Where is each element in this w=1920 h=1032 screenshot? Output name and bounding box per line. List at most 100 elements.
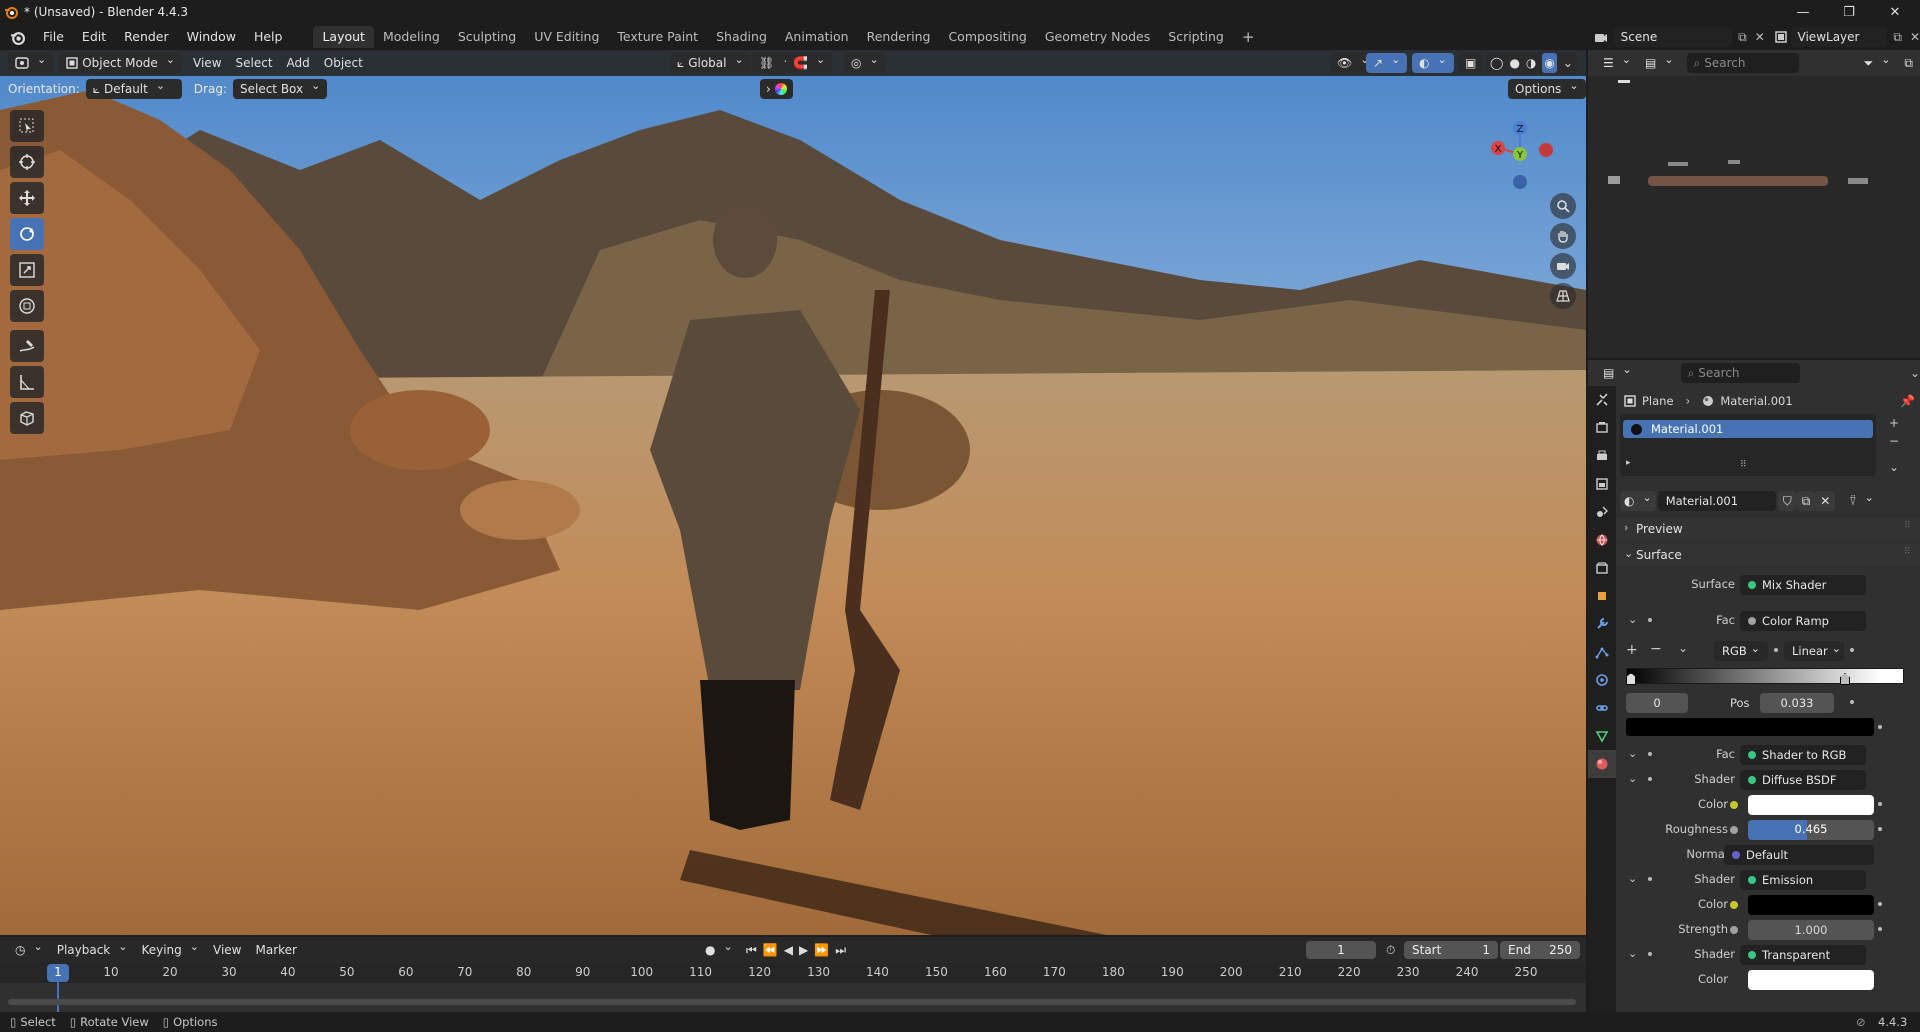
display-mode-icon[interactable]: ▤: [1638, 53, 1681, 73]
cursor-tool-icon[interactable]: [10, 146, 44, 178]
start-frame-field[interactable]: Start 1: [1404, 941, 1498, 959]
ramp-interpolation-dropdown[interactable]: Linear: [1784, 641, 1844, 661]
chevron-down-icon[interactable]: ⌄: [1628, 872, 1637, 885]
fake-user-icon[interactable]: ⛉: [1777, 491, 1797, 511]
tab-texture-paint[interactable]: Texture Paint: [608, 26, 707, 48]
perspective-grid-icon[interactable]: [1550, 283, 1576, 309]
roughness-slider[interactable]: 0.465: [1748, 820, 1874, 840]
tab-sculpting[interactable]: Sculpting: [449, 26, 525, 48]
menu-window[interactable]: Window: [178, 24, 245, 50]
browse-material-icon[interactable]: ◐: [1620, 491, 1656, 511]
add-stop-icon[interactable]: +: [1626, 642, 1638, 658]
modifier-properties-icon[interactable]: [1588, 610, 1616, 638]
transform-orientation-dropdown[interactable]: ⟀ Global: [670, 53, 751, 73]
wireframe-shading-icon[interactable]: ◯: [1490, 53, 1503, 73]
delete-viewlayer-icon[interactable]: ✕: [1910, 30, 1920, 44]
jump-keyframe-forward-icon[interactable]: ⏩: [814, 943, 829, 957]
menu-keying[interactable]: Keying: [134, 940, 206, 960]
tab-rendering[interactable]: Rendering: [858, 26, 940, 48]
zoom-icon[interactable]: [1550, 193, 1576, 219]
tab-geometry-nodes[interactable]: Geometry Nodes: [1036, 26, 1159, 48]
stopwatch-icon[interactable]: ⏱: [1386, 943, 1395, 958]
play-reverse-icon[interactable]: ◀: [784, 943, 793, 957]
object-properties-icon[interactable]: [1588, 582, 1616, 610]
pin-icon[interactable]: 📌: [1900, 394, 1915, 408]
shader-input-field[interactable]: Diffuse BSDF: [1740, 770, 1866, 790]
annotate-tool-icon[interactable]: [10, 330, 44, 362]
menu-help[interactable]: Help: [245, 24, 292, 50]
material-preview-shading-icon[interactable]: ◑: [1526, 53, 1536, 73]
camera-view-icon[interactable]: [1550, 253, 1576, 279]
maximize-icon[interactable]: ❐: [1826, 0, 1872, 24]
menu-view[interactable]: View: [186, 53, 228, 73]
fac-input-field[interactable]: Shader to RGB: [1740, 745, 1866, 765]
outliner-editor-type-icon[interactable]: ☰: [1596, 53, 1638, 73]
ramp-color-mode-dropdown[interactable]: RGB: [1714, 641, 1768, 661]
tool-properties-icon[interactable]: [1588, 386, 1616, 414]
strength-field[interactable]: 1.000: [1748, 920, 1874, 940]
menu-edit[interactable]: Edit: [73, 24, 115, 50]
filter-icon[interactable]: ⏷: [1857, 53, 1898, 73]
tab-modeling[interactable]: Modeling: [374, 26, 449, 48]
physics-properties-icon[interactable]: [1588, 666, 1616, 694]
menu-marker[interactable]: Marker: [248, 940, 303, 960]
menu-file[interactable]: File: [34, 24, 73, 50]
add-cube-tool-icon[interactable]: [10, 402, 44, 434]
rotate-tool-icon[interactable]: [10, 218, 44, 250]
transform-tool-icon[interactable]: [10, 290, 44, 322]
auto-keying-icon[interactable]: ●: [698, 940, 740, 960]
object-mode-dropdown[interactable]: Object Mode: [59, 53, 183, 73]
editor-type-button[interactable]: [8, 53, 54, 73]
menu-object[interactable]: Object: [317, 53, 370, 73]
ramp-stop-color-swatch[interactable]: [1626, 718, 1874, 736]
duplicate-material-icon[interactable]: ⧉: [1796, 491, 1816, 511]
scene-properties-icon[interactable]: [1588, 498, 1616, 526]
menu-select[interactable]: Select: [229, 53, 280, 73]
menu-playback[interactable]: Playback: [50, 940, 135, 960]
surface-section-header[interactable]: ⌄ Surface ⠿: [1616, 544, 1920, 566]
tab-compositing[interactable]: Compositing: [939, 26, 1035, 48]
menu-render[interactable]: Render: [115, 24, 178, 50]
world-properties-icon[interactable]: [1588, 526, 1616, 554]
chevron-down-icon[interactable]: ⌄: [1628, 772, 1637, 785]
emission-color-swatch[interactable]: [1748, 895, 1874, 915]
constraint-properties-icon[interactable]: [1588, 694, 1616, 722]
tab-shading[interactable]: Shading: [707, 26, 776, 48]
viewlayer-icon[interactable]: [1771, 30, 1791, 44]
solid-shading-icon[interactable]: ●: [1509, 53, 1519, 73]
chevron-down-icon[interactable]: ⌄: [1628, 947, 1637, 960]
scene-icon[interactable]: [1588, 30, 1614, 44]
ramp-stop-position-field[interactable]: 0.033: [1760, 693, 1834, 713]
remove-stop-icon[interactable]: −: [1650, 641, 1662, 657]
chevron-down-icon[interactable]: ⌄: [1910, 366, 1920, 380]
timeline-editor-type-icon[interactable]: ◷: [8, 940, 50, 960]
expand-list-icon[interactable]: ▸: [1626, 458, 1631, 468]
properties-editor-type-icon[interactable]: ▤: [1596, 363, 1639, 383]
minimize-icon[interactable]: —: [1780, 0, 1826, 24]
new-viewlayer-icon[interactable]: ⧉: [1893, 30, 1902, 45]
tab-animation[interactable]: Animation: [776, 26, 858, 48]
shader-input-field[interactable]: Transparent BSDF: [1740, 945, 1866, 982]
remove-slot-icon[interactable]: −: [1884, 434, 1904, 452]
scale-tool-icon[interactable]: [10, 254, 44, 286]
timeline-scrollbar[interactable]: [8, 999, 1576, 1005]
tab-layout[interactable]: Layout: [313, 26, 374, 48]
navigation-gizmo[interactable]: Z X Y: [1480, 110, 1560, 210]
view-layer-properties-icon[interactable]: [1588, 470, 1616, 498]
proportional-editing-icon[interactable]: ◎: [844, 53, 886, 73]
pan-hand-icon[interactable]: [1550, 223, 1576, 249]
preview-section-header[interactable]: › Preview ⠿: [1616, 518, 1920, 540]
viewlayer-field[interactable]: ViewLayer: [1790, 27, 1888, 47]
data-properties-icon[interactable]: [1588, 722, 1616, 750]
resize-handle-icon[interactable]: ⠿: [1740, 460, 1747, 470]
slot-menu-icon[interactable]: ⌄: [1884, 460, 1904, 478]
xray-toggle-icon[interactable]: ▣: [1458, 53, 1484, 73]
outliner-collapsed-row[interactable]: [1618, 80, 1630, 83]
drag-dropdown[interactable]: Select Box: [232, 79, 328, 99]
chevron-down-icon[interactable]: ⌄: [1628, 747, 1637, 760]
chevron-down-icon[interactable]: ⌄: [1628, 613, 1637, 626]
material-slot-row[interactable]: Material.001: [1623, 420, 1873, 438]
node-tree-icon[interactable]: ⍢: [1845, 491, 1877, 511]
tab-scripting[interactable]: Scripting: [1159, 26, 1233, 48]
shader-input-field[interactable]: Emission: [1740, 870, 1866, 890]
